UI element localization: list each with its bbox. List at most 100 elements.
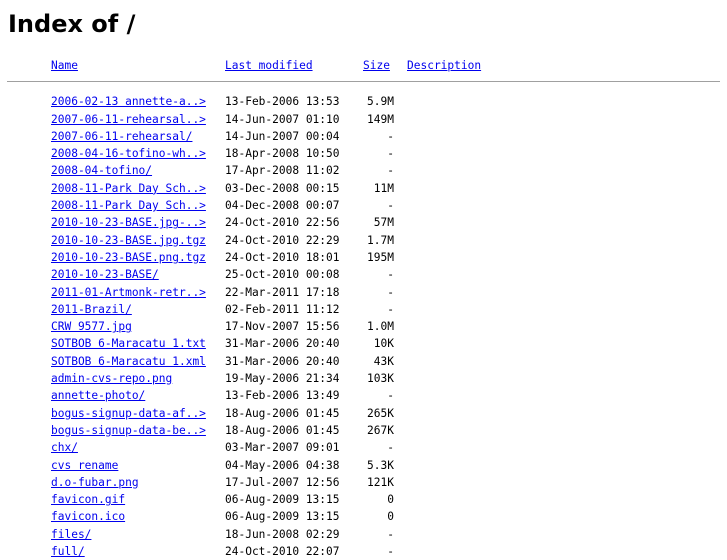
file-last-modified: 22-Mar-2011 17:18 — [225, 285, 340, 299]
header-row: Name Last modified Size Description — [0, 57, 727, 74]
file-link[interactable]: 2007-06-11-rehearsal..> — [51, 111, 206, 128]
sort-by-last-modified-link[interactable]: Last modified — [225, 57, 313, 74]
page-title: Index of / — [8, 10, 136, 38]
file-link[interactable]: SOTBOB 6-Maracatu 1.xml — [51, 353, 206, 370]
file-size: 0 — [387, 510, 394, 524]
file-size: - — [387, 268, 394, 282]
file-size: 149M — [367, 112, 394, 126]
file-last-modified: 24-Oct-2010 18:01 — [225, 250, 340, 264]
file-size: 1.0M — [367, 320, 394, 334]
file-last-modified: 18-Apr-2008 10:50 — [225, 147, 340, 161]
file-link[interactable]: chx/ — [51, 439, 78, 456]
file-last-modified: 19-May-2006 21:34 — [225, 372, 340, 386]
file-link[interactable]: bogus-signup-data-af..> — [51, 405, 206, 422]
file-row: 2010-10-23-BASE.jpg.tgz 24-Oct-2010 22:29… — [0, 232, 727, 249]
file-size: - — [387, 302, 394, 316]
file-row: CRW 9577.jpg 17-Nov-2007 15:56 1.0M — [0, 318, 727, 335]
file-link[interactable]: 2007-06-11-rehearsal/ — [51, 128, 192, 145]
file-row: 2008-04-tofino/17-Apr-2008 11:02 - — [0, 162, 727, 179]
file-size: - — [387, 199, 394, 213]
file-row: SOTBOB 6-Maracatu 1.txt 31-Mar-2006 20:40… — [0, 335, 727, 352]
file-last-modified: 24-Oct-2010 22:56 — [225, 216, 340, 230]
file-size: 267K — [367, 423, 394, 437]
file-last-modified: 25-Oct-2010 00:08 — [225, 268, 340, 282]
file-link[interactable]: admin-cvs-repo.png — [51, 370, 172, 387]
file-row: 2007-06-11-rehearsal/14-Jun-2007 00:04 - — [0, 128, 727, 145]
file-size: - — [387, 545, 394, 559]
file-link[interactable]: d.o-fubar.png — [51, 474, 139, 491]
file-size: 0 — [387, 493, 394, 507]
file-row: favicon.gif 06-Aug-2009 13:15 0 — [0, 491, 727, 508]
file-size: 10K — [373, 337, 394, 351]
file-link[interactable]: 2010-10-23-BASE/ — [51, 266, 159, 283]
file-last-modified: 17-Apr-2008 11:02 — [225, 164, 340, 178]
file-row: full/24-Oct-2010 22:07 - — [0, 543, 727, 560]
file-row: SOTBOB 6-Maracatu 1.xml 31-Mar-2006 20:40… — [0, 353, 727, 370]
file-size: - — [387, 129, 394, 143]
file-row: files/18-Jun-2008 02:29 - — [0, 526, 727, 543]
file-row: chx/03-Mar-2007 09:01 - — [0, 439, 727, 456]
header-divider — [0, 74, 727, 89]
file-size: - — [387, 527, 394, 541]
file-last-modified: 31-Mar-2006 20:40 — [225, 354, 340, 368]
file-size: 1.7M — [367, 233, 394, 247]
file-link[interactable]: favicon.gif — [51, 491, 125, 508]
file-size: 103K — [367, 372, 394, 386]
file-last-modified: 18-Aug-2006 01:45 — [225, 423, 340, 437]
file-link[interactable]: 2010-10-23-BASE.png.tgz — [51, 249, 206, 266]
file-row: 2011-Brazil/02-Feb-2011 11:12 - — [0, 301, 727, 318]
directory-listing: Name Last modified Size Description 2006… — [0, 57, 727, 560]
file-row: 2010-10-23-BASE/25-Oct-2010 00:08 - — [0, 266, 727, 283]
file-last-modified: 03-Dec-2008 00:15 — [225, 181, 340, 195]
file-size: - — [387, 441, 394, 455]
file-row: cvs rename 04-May-2006 04:38 5.3K — [0, 457, 727, 474]
file-link[interactable]: CRW 9577.jpg — [51, 318, 132, 335]
file-row: d.o-fubar.png 17-Jul-2007 12:56 121K — [0, 474, 727, 491]
file-size: 57M — [373, 216, 394, 230]
file-link[interactable]: 2006-02-13 annette-a..> — [51, 93, 206, 110]
file-link[interactable]: 2010-10-23-BASE.jpg-..> — [51, 214, 206, 231]
file-link[interactable]: cvs rename — [51, 457, 118, 474]
file-link[interactable]: 2011-01-Artmonk-retr..> — [51, 284, 206, 301]
file-row: 2008-11-Park Day Sch..> 04-Dec-2008 00:07… — [0, 197, 727, 214]
file-link[interactable]: 2010-10-23-BASE.jpg.tgz — [51, 232, 206, 249]
file-last-modified: 06-Aug-2009 13:15 — [225, 510, 340, 524]
file-size: 121K — [367, 475, 394, 489]
file-size: 43K — [373, 354, 394, 368]
file-last-modified: 17-Jul-2007 12:56 — [225, 475, 340, 489]
file-link[interactable]: favicon.ico — [51, 508, 125, 525]
file-row: 2008-11-Park Day Sch..> 03-Dec-2008 00:15… — [0, 180, 727, 197]
file-last-modified: 24-Oct-2010 22:29 — [225, 233, 340, 247]
file-link[interactable]: annette-photo/ — [51, 387, 145, 404]
file-last-modified: 04-May-2006 04:38 — [225, 458, 340, 472]
file-last-modified: 04-Dec-2008 00:07 — [225, 199, 340, 213]
file-size: - — [387, 164, 394, 178]
file-size: - — [387, 147, 394, 161]
file-link[interactable]: 2008-11-Park Day Sch..> — [51, 180, 206, 197]
sort-by-size-link[interactable]: Size — [363, 57, 390, 74]
file-last-modified: 18-Jun-2008 02:29 — [225, 527, 340, 541]
file-link[interactable]: files/ — [51, 526, 91, 543]
file-row: 2007-06-11-rehearsal..> 14-Jun-2007 01:10… — [0, 111, 727, 128]
file-size: 265K — [367, 406, 394, 420]
file-row: 2006-02-13 annette-a..> 13-Feb-2006 13:53… — [0, 93, 727, 110]
file-last-modified: 17-Nov-2007 15:56 — [225, 320, 340, 334]
file-link[interactable]: 2011-Brazil/ — [51, 301, 132, 318]
file-link[interactable]: 2008-04-tofino/ — [51, 162, 152, 179]
file-link[interactable]: full/ — [51, 543, 85, 560]
file-link[interactable]: 2008-11-Park Day Sch..> — [51, 197, 206, 214]
file-last-modified: 03-Mar-2007 09:01 — [225, 441, 340, 455]
file-link[interactable]: SOTBOB 6-Maracatu 1.txt — [51, 335, 206, 352]
file-link[interactable]: 2008-04-16-tofino-wh..> — [51, 145, 206, 162]
file-last-modified: 24-Oct-2010 22:07 — [225, 545, 340, 559]
file-link[interactable]: bogus-signup-data-be..> — [51, 422, 206, 439]
file-last-modified: 14-Jun-2007 00:04 — [225, 129, 340, 143]
file-size: 11M — [373, 181, 394, 195]
file-row: 2010-10-23-BASE.jpg-..> 24-Oct-2010 22:56… — [0, 214, 727, 231]
file-last-modified: 06-Aug-2009 13:15 — [225, 493, 340, 507]
file-row: 2008-04-16-tofino-wh..> 18-Apr-2008 10:50… — [0, 145, 727, 162]
sort-by-description-link[interactable]: Description — [407, 57, 481, 74]
file-size: 5.3K — [367, 458, 394, 472]
sort-by-name-link[interactable]: Name — [51, 57, 78, 74]
file-row: admin-cvs-repo.png 19-May-2006 21:34 103K — [0, 370, 727, 387]
